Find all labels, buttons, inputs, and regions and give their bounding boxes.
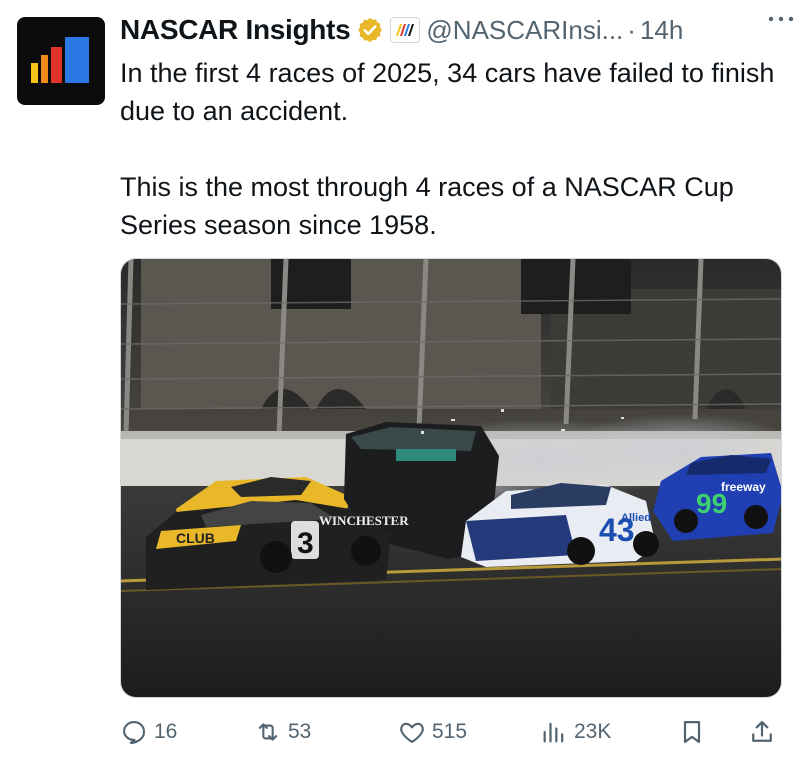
- avatar-bar: [41, 55, 48, 83]
- timestamp[interactable]: 14h: [640, 15, 683, 46]
- bookmark-button[interactable]: [678, 712, 706, 752]
- action-bar: 16 53 515 23K: [120, 712, 782, 752]
- tweet-text: In the first 4 races of 2025, 34 cars ha…: [120, 54, 790, 244]
- repost-count: 53: [288, 720, 312, 743]
- avatar-bar: [65, 37, 89, 83]
- verified-badge-icon[interactable]: [356, 16, 384, 44]
- like-icon: [400, 722, 424, 743]
- repost-button[interactable]: 53: [254, 712, 311, 752]
- avatar-bar: [51, 47, 62, 83]
- nascar-affiliate-icon[interactable]: [390, 17, 421, 43]
- avatar[interactable]: [17, 17, 105, 105]
- car-3-hood-text: CLUB: [176, 530, 215, 546]
- views-icon: [543, 722, 564, 743]
- views-button[interactable]: 23K: [540, 712, 611, 752]
- repost-icon: [258, 723, 278, 741]
- car-3-number: 3: [297, 527, 314, 560]
- views-count: 23K: [574, 720, 612, 743]
- car-43-sponsor: Allied: [621, 512, 651, 524]
- like-button[interactable]: 515: [398, 712, 467, 752]
- avatar-bar: [31, 63, 38, 83]
- tweet-paragraph: This is the most through 4 races of a NA…: [120, 172, 734, 240]
- like-count: 515: [432, 720, 468, 743]
- reply-icon: [123, 721, 145, 744]
- reply-count: 16: [154, 720, 178, 743]
- more-icon[interactable]: [766, 4, 796, 30]
- tweet-photo[interactable]: CLUB 3 WINCHESTER 43 Allied 99 freeway: [120, 258, 782, 698]
- tweet-header: NASCAR Insights @NASCARInsi... · 14h: [120, 12, 788, 48]
- separator-dot: ·: [627, 14, 636, 45]
- car-3-sponsor: WINCHESTER: [319, 513, 409, 528]
- bookmark-icon: [683, 720, 701, 744]
- crash-photo-illustration: CLUB 3 WINCHESTER 43 Allied 99 freeway: [121, 259, 781, 697]
- author-name[interactable]: NASCAR Insights: [120, 14, 351, 46]
- car-99-sponsor: freeway: [721, 480, 766, 494]
- author-handle[interactable]: @NASCARInsi...: [426, 15, 623, 46]
- reply-button[interactable]: 16: [120, 712, 177, 752]
- tweet-paragraph: In the first 4 races of 2025, 34 cars ha…: [120, 58, 775, 126]
- share-icon: [752, 720, 772, 742]
- share-button[interactable]: [748, 712, 776, 752]
